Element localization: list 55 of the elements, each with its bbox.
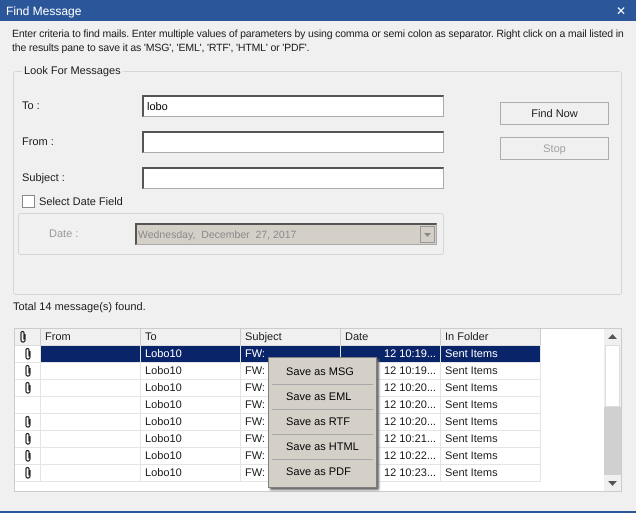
paperclip-icon [19,330,27,344]
window-title: Find Message [6,4,82,18]
table-cell[interactable] [41,380,141,397]
paperclip-icon [24,449,32,463]
field-label: Subject : [22,172,66,184]
input-field[interactable] [142,131,444,153]
input-field[interactable] [142,167,444,189]
table-cell: Sent Items [441,414,541,431]
table-cell: Sent Items [441,448,541,465]
table-cell: Sent Items [441,380,541,397]
column-header[interactable] [15,329,41,346]
table-cell: Lobo10 [141,448,241,465]
table-cell: Lobo10 [141,346,241,363]
input-field[interactable]: lobo [142,95,444,117]
table-cell: Lobo10 [141,380,241,397]
table-cell: Lobo10 [141,465,241,482]
column-header[interactable]: In Folder [441,329,541,346]
table-cell: Sent Items [441,397,541,414]
table-cell[interactable] [41,465,141,482]
field-label: From : [22,136,55,148]
column-header[interactable]: Subject [241,329,341,346]
date-label: Date : [49,228,80,240]
column-header[interactable]: Date [341,329,441,346]
table-cell[interactable] [41,397,141,414]
column-header[interactable]: From [41,329,141,346]
paperclip-icon [24,381,32,395]
table-cell: Lobo10 [141,431,241,448]
table-cell[interactable] [41,448,141,465]
checkbox-label: Select Date Field [39,196,123,208]
column-header[interactable]: To [141,329,241,346]
table-cell: Sent Items [441,431,541,448]
table-cell: Lobo10 [141,363,241,380]
status-text: Total 14 message(s) found. [13,301,147,313]
paperclip-icon [24,432,32,446]
table-cell[interactable] [41,363,141,380]
table-cell: Lobo10 [141,414,241,431]
checkbox[interactable] [22,195,35,208]
paperclip-icon [24,347,32,361]
scrollbar[interactable] [604,329,621,491]
caret-icon [424,232,431,236]
paperclip-icon [24,364,32,378]
paperclip-icon [24,466,32,480]
instructions-text: Enter criteria to find mails. Enter multiple values of parameters by using comma or semi colon as separator. Right click on a mail listed in the results pane to save it as 'MSG', 'EML', 'RTF', 'HTML' or 'PDF'. [12,27,624,55]
action-button[interactable]: Find Now [500,102,609,125]
table-cell: Sent Items [441,465,541,482]
field-label: To : [22,100,41,112]
group-title: Look For Messages [23,65,122,77]
table-cell[interactable] [41,431,141,448]
close-button[interactable]: ✕ [614,4,628,18]
table-cell: Sent Items [441,346,541,363]
paperclip-icon [24,415,32,429]
table-cell[interactable] [41,414,141,431]
table-cell: Lobo10 [141,397,241,414]
table-cell[interactable] [41,346,141,363]
table-cell: Sent Items [441,363,541,380]
